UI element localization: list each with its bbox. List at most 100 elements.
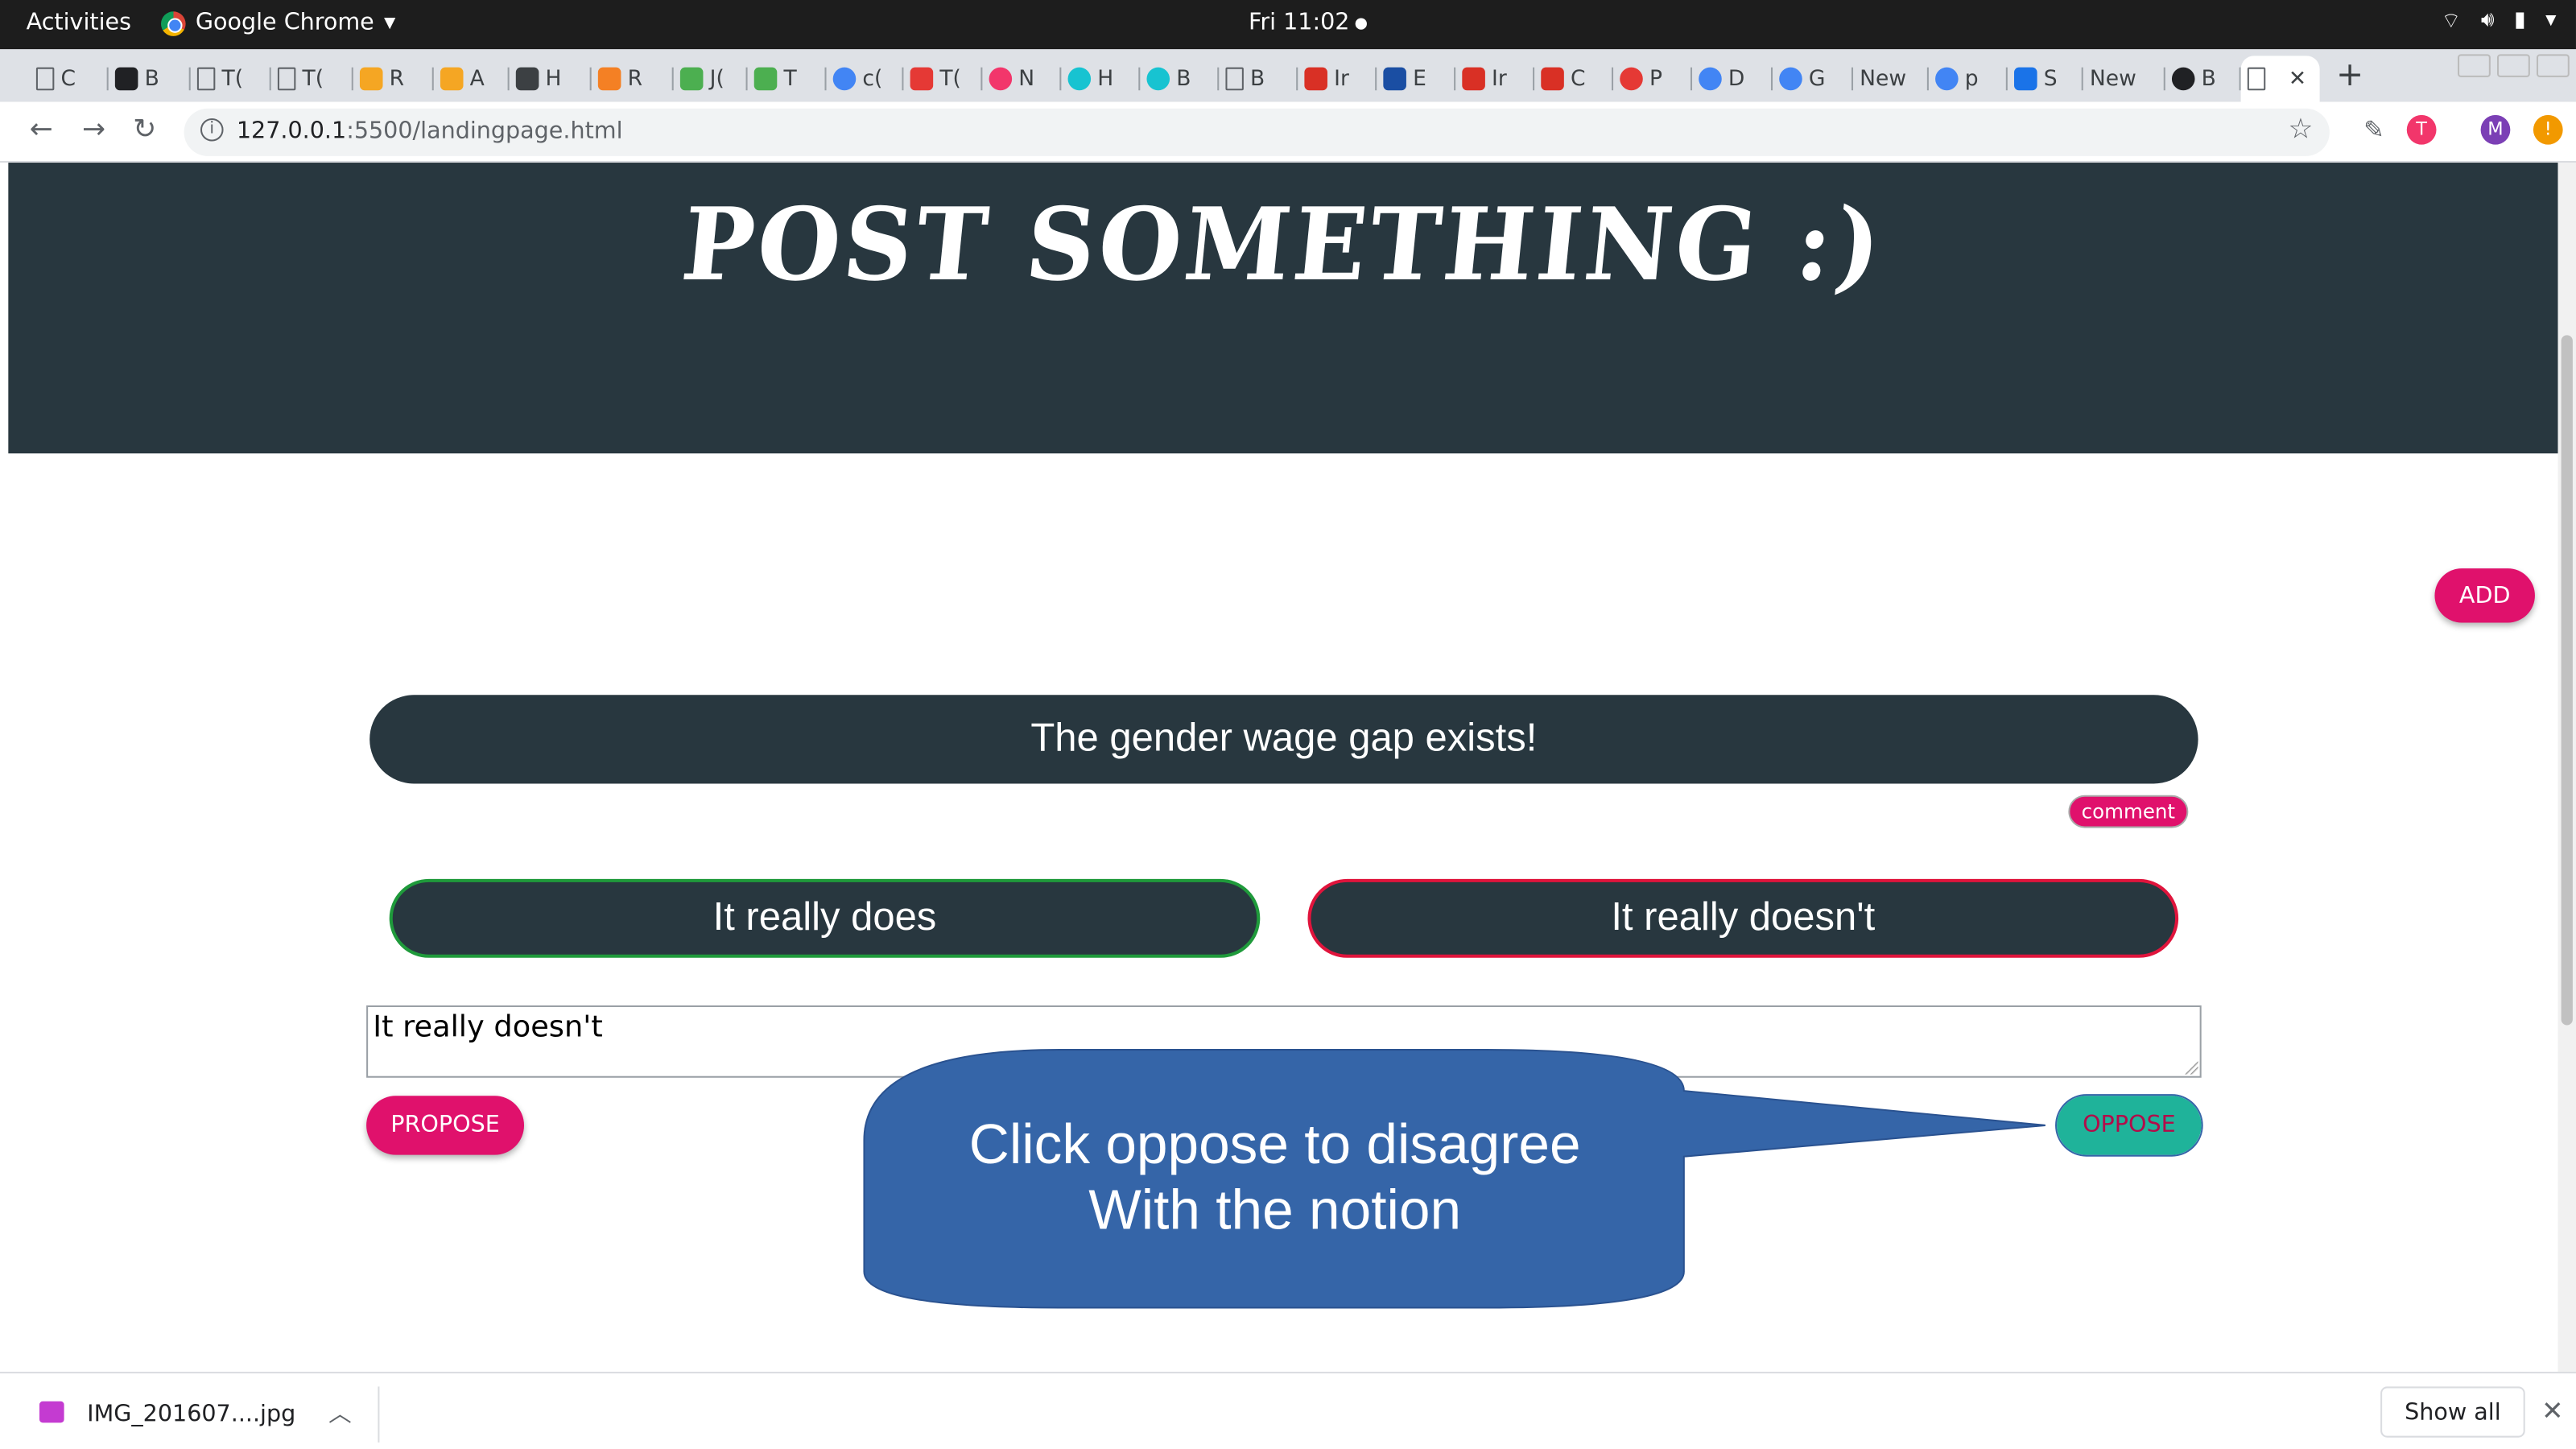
browser-tab[interactable]: J( (674, 56, 748, 101)
tab-label: R (389, 66, 405, 92)
doc-icon (277, 67, 296, 91)
codepen-icon (114, 67, 138, 91)
bookmark-star-icon[interactable]: ☆ (2288, 114, 2313, 147)
system-tray[interactable]: ⌔ 🔊︎ ▮ ▾ (2441, 8, 2556, 35)
download-file-name[interactable]: IMG_201607....jpg (87, 1402, 295, 1428)
image-file-icon (39, 1401, 64, 1423)
browser-tab[interactable]: C (30, 56, 109, 101)
update-alert-icon[interactable]: ! (2533, 114, 2563, 145)
address-bar[interactable]: i 127.0.0.1:5500/landingpage.html ☆ (184, 108, 2330, 156)
tab-label: Ir (1492, 66, 1507, 92)
extension-pen-icon[interactable]: ✎ (2359, 114, 2389, 145)
forward-arrow-icon[interactable]: → (82, 114, 105, 147)
tab-label: B (2201, 66, 2216, 92)
stack-icon (597, 67, 621, 91)
browser-tab[interactable]: Ir (1298, 56, 1377, 101)
url-text[interactable]: 127.0.0.1:5500/landingpage.html (237, 118, 623, 145)
new-tab-button[interactable]: + (2336, 54, 2363, 93)
page-scrollbar[interactable] (2557, 163, 2576, 1373)
callout-line-1: Click oppose to disagree (968, 1113, 1581, 1177)
tab-label: J( (709, 66, 724, 92)
browser-tab[interactable]: ✕ (2240, 56, 2320, 102)
browser-tab[interactable]: c( (827, 56, 904, 101)
tab-label: S (2043, 66, 2058, 92)
tab-label: B (144, 66, 159, 92)
notification-dot (1356, 17, 1368, 29)
browser-tab[interactable]: R (592, 56, 674, 101)
tab-label: New (1860, 66, 1907, 92)
browser-tab[interactable]: New (2083, 56, 2165, 101)
browser-tab[interactable]: T( (903, 56, 983, 101)
browser-tab[interactable]: Ir (1455, 56, 1535, 101)
app-menu[interactable]: Google Chrome ▾ (160, 10, 395, 36)
tab-label: T( (221, 66, 244, 92)
system-menu-chevron-icon: ▾ (2545, 8, 2557, 33)
browser-tab[interactable]: T( (271, 56, 353, 101)
c-circle-icon (1067, 67, 1092, 91)
browser-tab[interactable]: B (2165, 56, 2241, 101)
browser-tab[interactable]: S (2008, 56, 2083, 101)
tab-label: C (60, 66, 76, 92)
browser-tab[interactable]: P (1613, 56, 1693, 101)
browser-tab[interactable]: B (109, 56, 191, 101)
tab-label: p (1964, 66, 1979, 92)
profile-avatar[interactable]: M (2480, 114, 2511, 145)
browser-tab[interactable]: T (748, 56, 827, 101)
browser-tab[interactable]: B (1219, 56, 1298, 101)
firebase-icon (440, 67, 464, 91)
browser-tab[interactable]: E (1377, 56, 1456, 101)
back-arrow-icon[interactable]: ← (30, 114, 53, 147)
browser-tab[interactable]: G (1773, 56, 1854, 101)
gmail-icon (1304, 67, 1327, 91)
w3-icon (753, 67, 778, 91)
show-all-button[interactable]: Show all (2380, 1386, 2525, 1438)
google-icon (1935, 67, 1959, 91)
t-circle-icon (989, 67, 1013, 91)
gmail-icon (1541, 67, 1564, 91)
close-tab-icon[interactable]: ✕ (2289, 67, 2306, 92)
close-window-button[interactable] (2536, 54, 2570, 77)
activities-button[interactable]: Activities (27, 10, 131, 36)
doc-icon (35, 67, 55, 91)
browser-tab[interactable]: A (434, 56, 510, 101)
scrollbar-thumb[interactable] (2561, 335, 2573, 1026)
browser-tab[interactable]: T( (191, 56, 271, 101)
browser-tab[interactable]: H (1061, 56, 1141, 101)
clock[interactable]: Fri 11:02 (1249, 10, 1368, 36)
tab-label: N (1018, 66, 1035, 92)
tab-label: B (1250, 66, 1265, 92)
browser-tab[interactable]: p (1929, 56, 2008, 101)
wave-icon (1383, 67, 1406, 91)
tab-label: P (1649, 66, 1662, 92)
browser-tab[interactable]: R (353, 56, 434, 101)
info-icon[interactable]: i (200, 118, 224, 142)
browser-tab[interactable]: H (510, 56, 592, 101)
browser-tab[interactable]: B (1140, 56, 1220, 101)
browser-tab[interactable]: C (1534, 56, 1614, 101)
extension-t-icon[interactable]: T (2406, 114, 2437, 145)
callout-line-2: With the notion (1088, 1179, 1462, 1242)
firebase-icon (359, 67, 383, 91)
tab-label: G (1808, 66, 1826, 92)
browser-tab[interactable]: N (982, 56, 1062, 101)
maximize-button[interactable] (2497, 54, 2530, 77)
tab-label: E (1413, 66, 1426, 92)
github-icon (2171, 67, 2195, 91)
tab-label: H (1097, 66, 1114, 92)
browser-tab[interactable]: New (1853, 56, 1929, 101)
close-icon[interactable]: ✕ (2541, 1395, 2563, 1426)
callout-text: Click oppose to disagree With the notion (864, 1113, 1685, 1244)
reload-icon[interactable]: ↻ (133, 114, 156, 147)
tab-label: H (545, 66, 562, 92)
chrome-icon (160, 10, 186, 35)
clock-text: Fri 11:02 (1249, 10, 1350, 36)
google-icon (1779, 67, 1802, 91)
browser-tab[interactable]: D (1692, 56, 1773, 101)
minimize-button[interactable] (2458, 54, 2491, 77)
tab-label: C (1571, 66, 1586, 92)
chevron-up-icon[interactable]: ︿ (328, 1397, 352, 1430)
c-circle-icon (1146, 67, 1170, 91)
divider (378, 1386, 380, 1443)
url-host: 127.0.0.1 (236, 118, 347, 145)
download-shelf: IMG_201607....jpg ︿ Show all ✕ (0, 1372, 2576, 1449)
